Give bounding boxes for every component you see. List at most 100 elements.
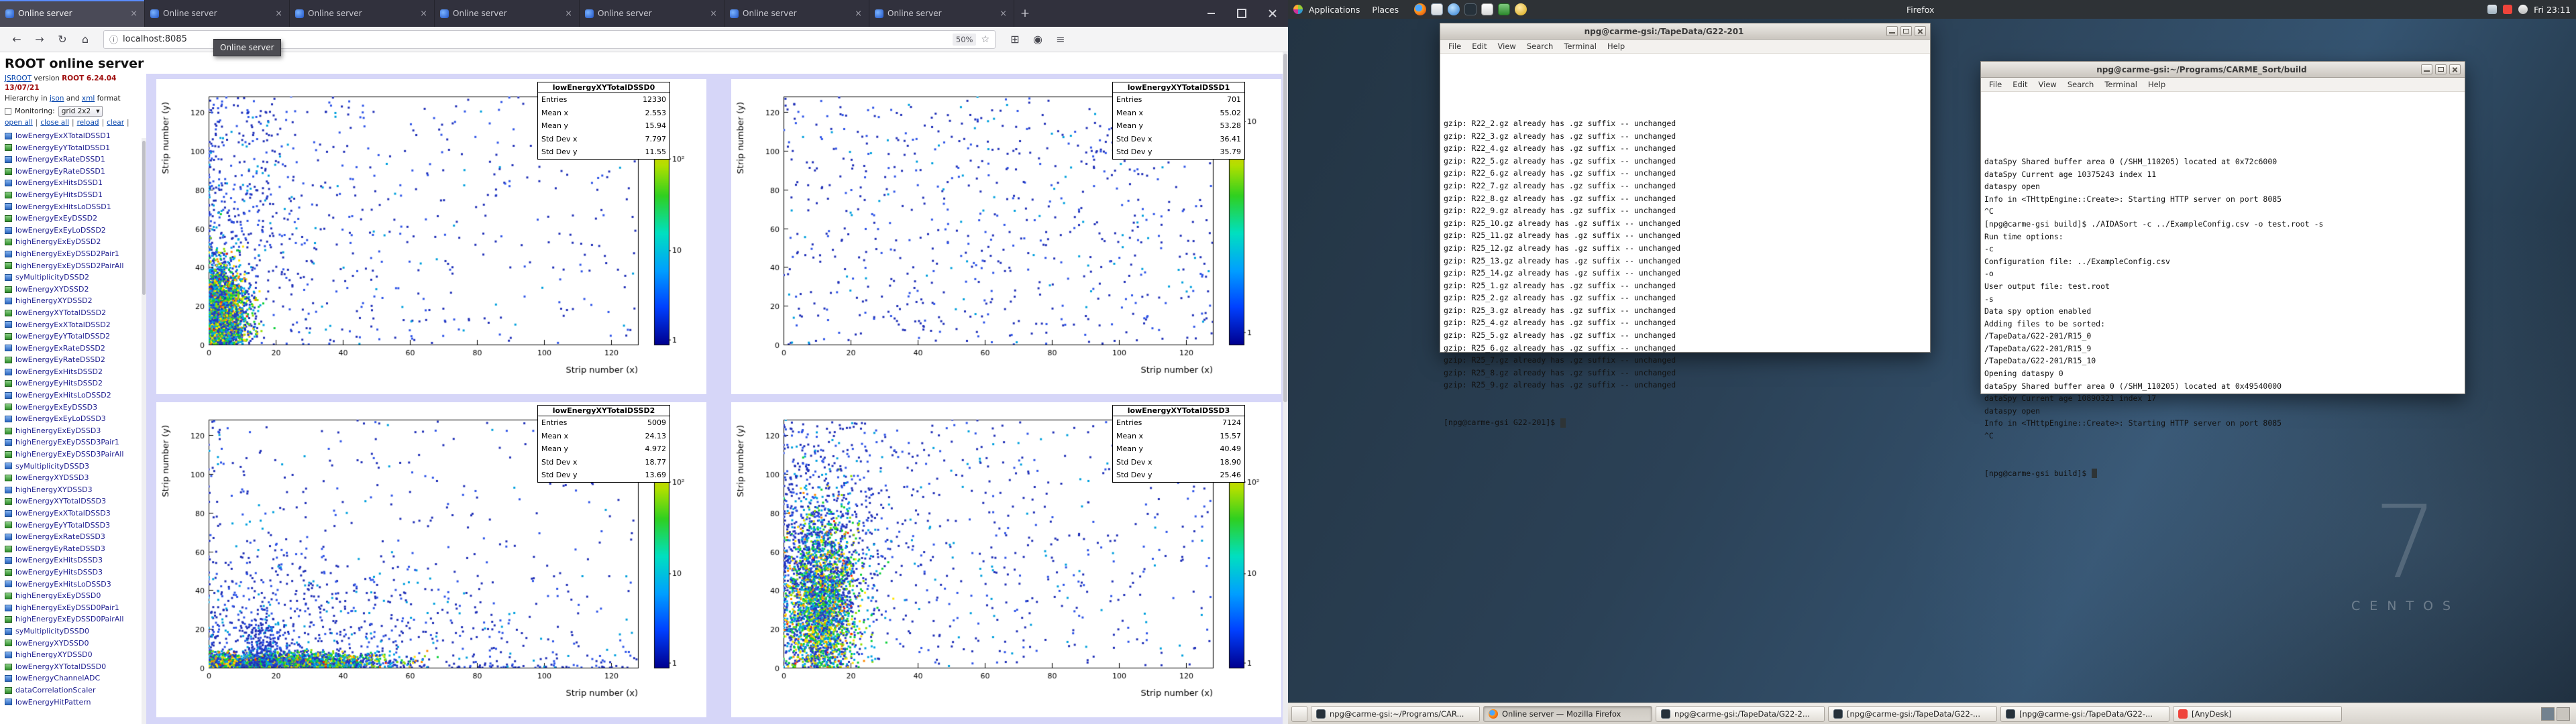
tree-item[interactable]: highEnergyExEyDSSD3PairAll xyxy=(5,448,144,461)
taskbar-window-button[interactable]: npg@carme-gsi:/TapeData/G22-2... xyxy=(1656,705,1825,722)
distro-logo-icon[interactable] xyxy=(1293,5,1303,14)
help-launcher-icon[interactable] xyxy=(1515,3,1527,15)
minimize-icon[interactable] xyxy=(1886,26,1898,36)
maximize-icon[interactable] xyxy=(2435,64,2447,74)
tree-action-link[interactable]: close all xyxy=(40,119,69,127)
tree-action-link[interactable]: open all xyxy=(5,119,33,127)
tree-item[interactable]: lowEnergyExRateDSSD2 xyxy=(5,343,144,355)
close-icon[interactable] xyxy=(2449,64,2461,74)
tree-item[interactable]: lowEnergyXYTotalDSSD0 xyxy=(5,661,144,673)
json-link[interactable]: json xyxy=(50,95,64,103)
plot-pad-dssd0[interactable]: lowEnergyXYTotalDSSD0 Entries 12330 Mean x… xyxy=(156,79,706,394)
tree-item[interactable]: syMultiplicityDSSD0 xyxy=(5,625,144,638)
tree-item[interactable]: lowEnergyExEyDSSD3 xyxy=(5,402,144,414)
taskbar-window-button[interactable]: [AnyDesk] xyxy=(2173,705,2342,722)
terminal-titlebar[interactable]: npg@carme-gsi:/TapeData/G22-201 xyxy=(1440,23,1930,40)
minimize-icon[interactable] xyxy=(2421,64,2432,74)
minimize-icon[interactable] xyxy=(1195,0,1226,27)
spreadsheet-launcher-icon[interactable] xyxy=(1498,3,1511,15)
tree-item[interactable]: lowEnergyEyYTotalDSSD1 xyxy=(5,142,144,154)
terminal-menu-item[interactable]: Terminal xyxy=(2099,80,2143,89)
browser-tab[interactable]: Online server × xyxy=(869,0,1014,27)
terminal-launcher-icon[interactable] xyxy=(1464,3,1477,15)
browser-tab[interactable]: Online server × xyxy=(145,0,290,27)
tree-item[interactable]: highEnergyExEyDSSD0PairAll xyxy=(5,613,144,625)
monitoring-checkbox[interactable] xyxy=(5,108,11,115)
tree-item[interactable]: lowEnergyExHitsDSSD2 xyxy=(5,366,144,378)
tree-item[interactable]: lowEnergyEyHitsDSSD1 xyxy=(5,189,144,201)
tree-item[interactable]: highEnergyExEyDSSD0 xyxy=(5,590,144,602)
layout-select[interactable]: grid 2x2 ▾ xyxy=(58,106,103,117)
terminal-menu-item[interactable]: Edit xyxy=(2007,80,2033,89)
taskbar-window-button[interactable]: [npg@carme-gsi:/TapeData/G22-... xyxy=(1828,705,1997,722)
tree-item[interactable]: lowEnergyExEyLoDSSD3 xyxy=(5,413,144,425)
tree-item[interactable]: lowEnergyExXTotalDSSD2 xyxy=(5,319,144,331)
browser-tab[interactable]: Online server × xyxy=(290,0,435,27)
tab-close-icon[interactable]: × xyxy=(853,9,863,19)
plot-pad-dssd2[interactable]: lowEnergyXYTotalDSSD2 Entries 5009 Mean x 2… xyxy=(156,402,706,717)
tree-item[interactable]: syMultiplicityDSSD3 xyxy=(5,461,144,473)
taskbar-window-button[interactable]: [npg@carme-gsi:/TapeData/G22-... xyxy=(2000,705,2169,722)
tree-item[interactable]: lowEnergyExHitsDSSD3 xyxy=(5,554,144,566)
anydesk-tray-icon[interactable] xyxy=(2503,5,2513,14)
tree-item[interactable]: lowEnergyEyHitsDSSD2 xyxy=(5,377,144,389)
panel-menu[interactable]: Places xyxy=(1366,0,1405,19)
tree-item[interactable]: lowEnergyEyYTotalDSSD3 xyxy=(5,520,144,532)
tree-item[interactable]: lowEnergyExXTotalDSSD3 xyxy=(5,507,144,520)
show-desktop-button[interactable] xyxy=(1291,705,1307,722)
tree-item[interactable]: highEnergyExEyDSSD0Pair1 xyxy=(5,602,144,614)
browser-tab[interactable]: Online server × xyxy=(580,0,724,27)
tree-item[interactable]: lowEnergyXYDSSD3 xyxy=(5,472,144,484)
tree-item[interactable]: lowEnergyExRateDSSD1 xyxy=(5,154,144,166)
tree-item[interactable]: lowEnergyEyHitsDSSD3 xyxy=(5,566,144,579)
tree-item[interactable]: highEnergyExEyDSSD2Pair1 xyxy=(5,248,144,260)
tree-item[interactable]: lowEnergyEyRateDSSD3 xyxy=(5,543,144,555)
terminal-output[interactable]: gzip: R22_2.gz already has .gz suffix --… xyxy=(1440,54,1930,455)
plot-pad-dssd3[interactable]: lowEnergyXYTotalDSSD3 Entries 7124 Mean x 1… xyxy=(731,402,1281,717)
tree-item[interactable]: lowEnergyExHitsLoDSSD3 xyxy=(5,579,144,591)
tree-item[interactable]: highEnergyExEyDSSD2PairAll xyxy=(5,260,144,272)
tree-action-link[interactable]: clear xyxy=(107,119,124,127)
plot-pad-dssd1[interactable]: lowEnergyXYTotalDSSD1 Entries 701 Mean x 55… xyxy=(731,79,1281,394)
tree-item[interactable]: lowEnergyHitPattern xyxy=(5,697,144,709)
tree-item[interactable]: lowEnergyXYTotalDSSD3 xyxy=(5,495,144,507)
maximize-icon[interactable] xyxy=(1226,0,1257,27)
workspace-2[interactable] xyxy=(2557,707,2570,721)
tab-close-icon[interactable]: × xyxy=(419,9,429,19)
tab-close-icon[interactable]: × xyxy=(274,9,284,19)
workspace-1[interactable] xyxy=(2541,707,2555,721)
focused-app-label[interactable]: Firefox xyxy=(1907,5,1934,15)
network-icon[interactable] xyxy=(2487,5,2498,14)
bookmark-star-icon[interactable]: ☆ xyxy=(981,34,989,45)
maximize-icon[interactable] xyxy=(1900,26,1912,36)
panel-menu[interactable]: Applications xyxy=(1303,0,1366,19)
terminal-menu-item[interactable]: Search xyxy=(1521,42,1559,51)
tree-item[interactable]: lowEnergyExHitsLoDSSD2 xyxy=(5,389,144,402)
tree-item[interactable]: lowEnergyExEyLoDSSD2 xyxy=(5,225,144,237)
sidebar-scrollbar[interactable] xyxy=(142,138,146,724)
close-icon[interactable] xyxy=(1257,0,1288,27)
tree-item[interactable]: lowEnergyExHitsLoDSSD1 xyxy=(5,201,144,213)
tree-item[interactable]: lowEnergyXYDSSD2 xyxy=(5,284,144,296)
tree-item[interactable]: dataCorrelationScaler xyxy=(5,684,144,697)
menu-icon[interactable]: ≡ xyxy=(1051,30,1071,49)
xml-link[interactable]: xml xyxy=(82,95,95,103)
tree-item[interactable]: lowEnergyEyRateDSSD2 xyxy=(5,354,144,366)
editor-launcher-icon[interactable] xyxy=(1481,3,1494,15)
terminal-menu-item[interactable]: File xyxy=(1443,42,1466,51)
terminal-titlebar[interactable]: npg@carme-gsi:~/Programs/CARME_Sort/buil… xyxy=(1981,62,2465,78)
tree-item[interactable]: lowEnergyExHitsDSSD1 xyxy=(5,177,144,189)
tree-item[interactable]: highEnergyXYDSSD2 xyxy=(5,295,144,307)
terminal-menu-item[interactable]: View xyxy=(1493,42,1521,51)
jsroot-link[interactable]: JSROOT xyxy=(5,74,32,82)
terminal-menu-item[interactable]: Help xyxy=(1602,42,1630,51)
site-info-icon[interactable]: ⓘ xyxy=(109,33,118,46)
tree-action-link[interactable]: reload xyxy=(77,119,99,127)
back-icon[interactable]: ← xyxy=(7,30,27,49)
mail-launcher-icon[interactable] xyxy=(1431,3,1444,15)
firefox-launcher-icon[interactable] xyxy=(1414,3,1427,15)
tree-item[interactable]: lowEnergyChannelADC xyxy=(5,672,144,684)
tree-item[interactable]: lowEnergyXYTotalDSSD2 xyxy=(5,307,144,319)
terminal-menu-item[interactable]: Search xyxy=(2062,80,2100,89)
tab-close-icon[interactable]: × xyxy=(998,9,1008,19)
